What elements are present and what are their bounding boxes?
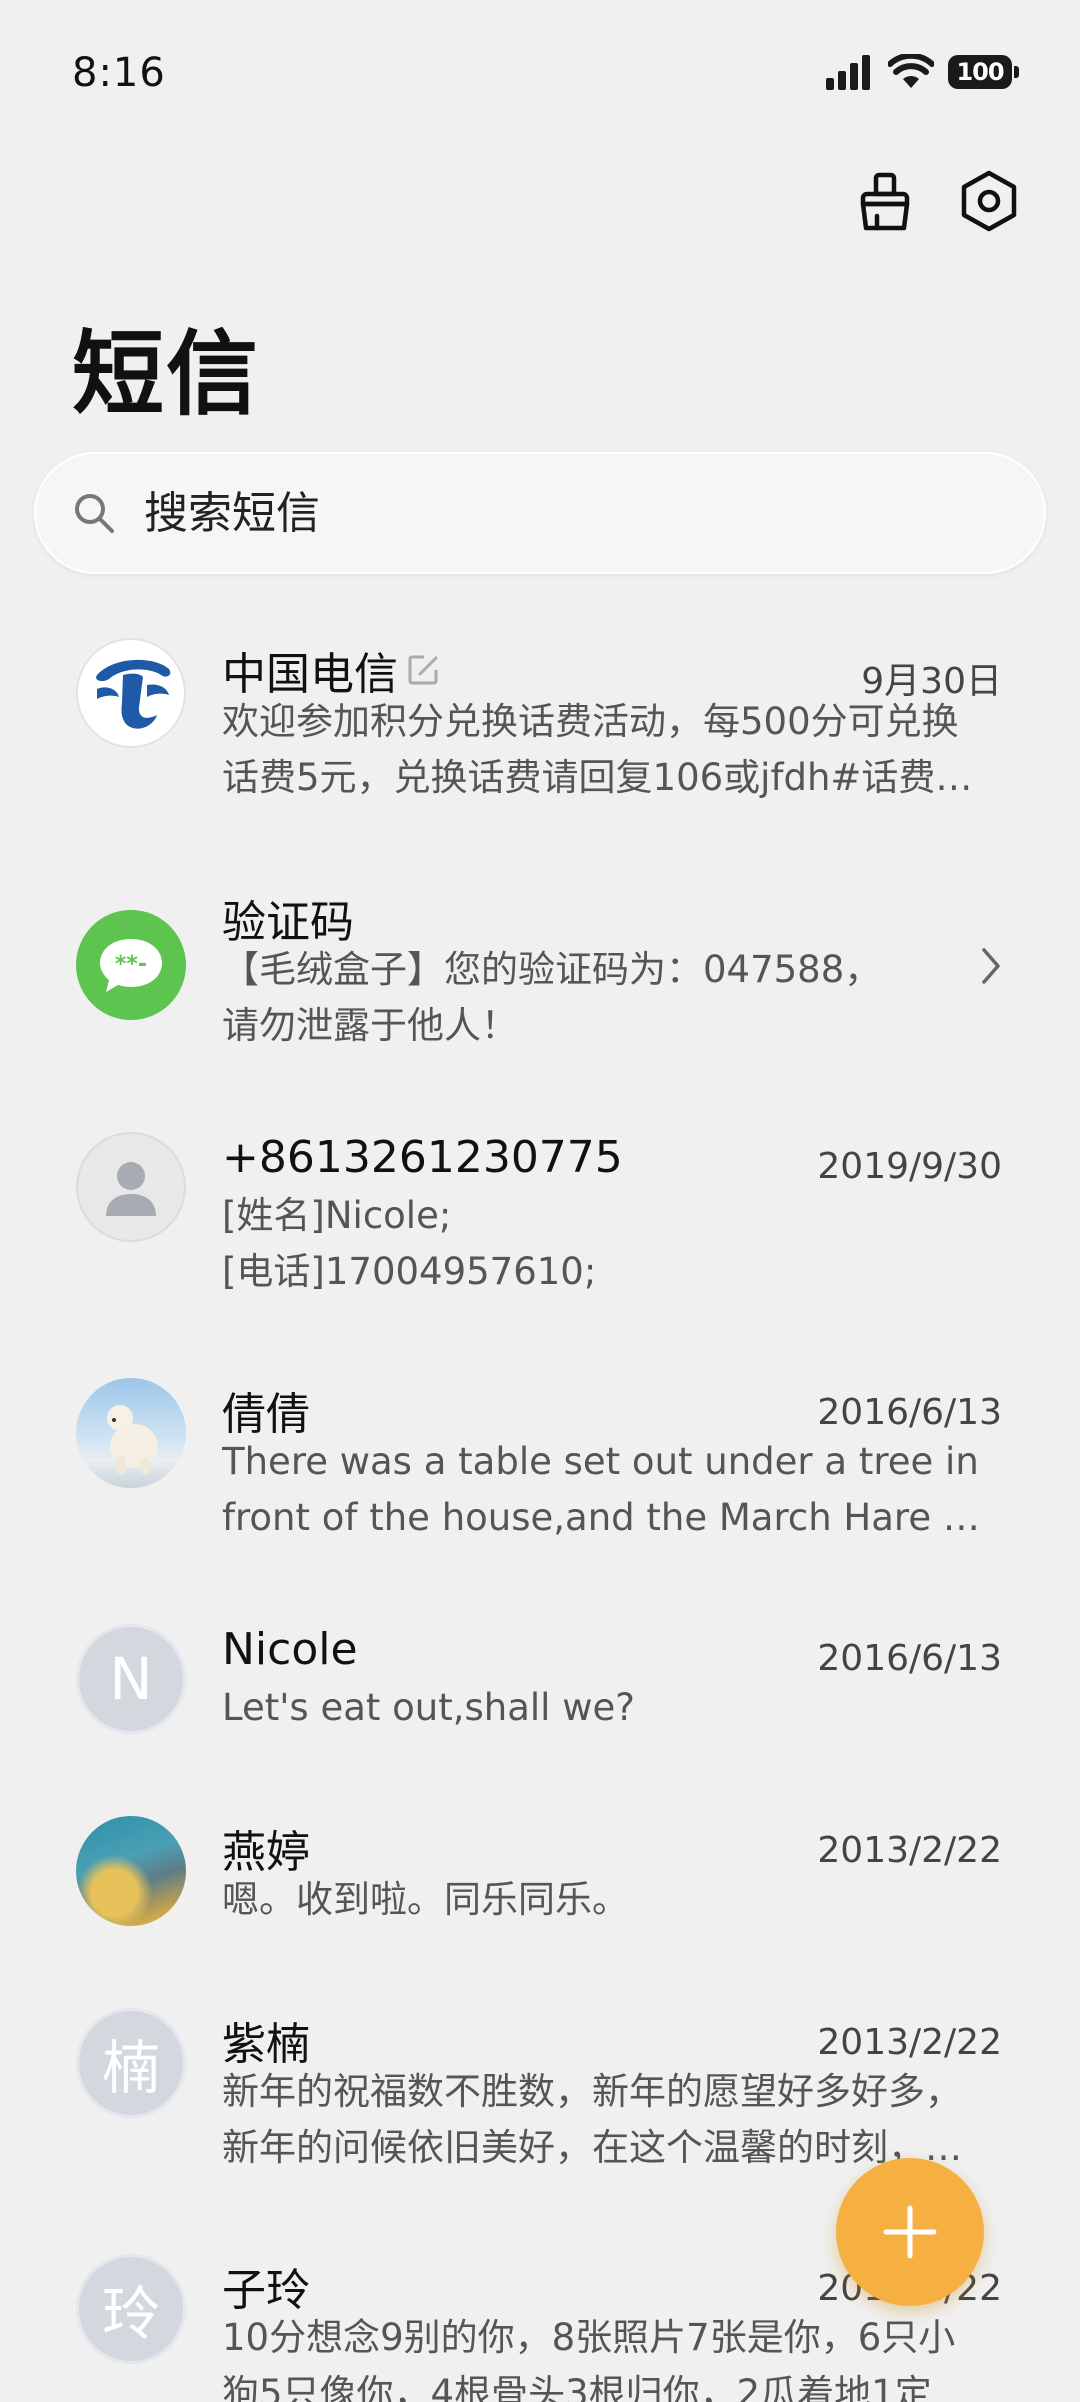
avatar-initial: 楠 bbox=[76, 2008, 186, 2118]
conversation-name: 子玲 bbox=[222, 2265, 310, 2316]
conversation-preview-line2: front of the house,and the March Hare an… bbox=[222, 1496, 1002, 1539]
header-actions bbox=[854, 170, 1020, 232]
conversation-preview-line1: 10分想念9别的你，8张照片7张是你，6只小 bbox=[222, 2316, 956, 2359]
person-icon bbox=[106, 1162, 156, 1216]
status-bar: 8:16 100 bbox=[0, 0, 1080, 150]
status-time: 8:16 bbox=[72, 50, 166, 96]
new-message-button[interactable] bbox=[836, 2158, 984, 2306]
conversation-preview-line1: Let's eat out,shall we? bbox=[222, 1686, 635, 1729]
conversation-item[interactable]: 燕婷 2013/2/22 嗯。收到啦。同乐同乐。 bbox=[0, 1778, 1080, 1970]
avatar bbox=[76, 638, 186, 748]
conversation-date: 2016/6/13 bbox=[817, 1392, 1002, 1433]
clean-button[interactable] bbox=[854, 170, 916, 232]
conversation-item[interactable]: **- 验证码 【毛绒盒子】您的验证码为：047588， 请勿泄露于他人！ bbox=[0, 848, 1080, 1094]
conversation-item[interactable]: +8613261230775 2019/9/30 [姓名]Nicole; [电话… bbox=[0, 1094, 1080, 1340]
avatar-initial: N bbox=[76, 1624, 186, 1734]
messages-screen: 8:16 100 短信 搜索短信 中国电信 9月30日 欢迎参加积分兑换话费活动… bbox=[0, 0, 1080, 2402]
edit-draft-icon bbox=[408, 655, 438, 685]
conversation-date: 2016/6/13 bbox=[817, 1638, 1002, 1679]
conversation-preview-line1: 新年的祝福数不胜数，新年的愿望好多好多， bbox=[222, 2070, 962, 2113]
avatar-initial: 玲 bbox=[76, 2254, 186, 2364]
settings-button[interactable] bbox=[958, 170, 1020, 232]
polar-bear-photo bbox=[107, 1405, 158, 1474]
conversation-date: 2013/2/22 bbox=[817, 2022, 1002, 2063]
conversation-preview-line1: [姓名]Nicole; bbox=[222, 1194, 452, 1237]
conversation-preview-line2: 请勿泄露于他人！ bbox=[222, 1004, 518, 1047]
page-title: 短信 bbox=[72, 321, 261, 428]
plus-icon bbox=[883, 2205, 937, 2259]
search-bar[interactable] bbox=[34, 452, 1046, 574]
avatar-photo bbox=[76, 1378, 186, 1488]
settings-hexagon-icon bbox=[961, 170, 1017, 232]
conversation-item[interactable]: 中国电信 9月30日 欢迎参加积分兑换话费活动，每500分可兑换 话费5元，兑换… bbox=[0, 600, 1080, 848]
conversation-name: 倩倩 bbox=[222, 1389, 310, 1440]
battery-indicator: 100 bbox=[948, 55, 1019, 89]
conversation-name: 验证码 bbox=[222, 897, 354, 948]
china-telecom-logo-icon bbox=[96, 659, 171, 729]
search-input[interactable] bbox=[142, 486, 946, 540]
conversation-name: 紫楠 bbox=[222, 2019, 310, 2070]
search-icon bbox=[75, 494, 114, 533]
conversation-name: 燕婷 bbox=[222, 1827, 310, 1878]
avatar: **- bbox=[76, 910, 186, 1020]
conversation-preview-line1: 欢迎参加积分兑换话费活动，每500分可兑换 bbox=[222, 700, 959, 743]
conversation-preview-line2: [电话]17004957610; bbox=[222, 1250, 597, 1293]
avatar bbox=[76, 1132, 186, 1242]
conversation-preview-line2: 话费5元，兑换话费请回复106或jfdh#话费… bbox=[222, 756, 973, 799]
sms-bubble-icon: **- bbox=[100, 939, 162, 992]
avatar-photo bbox=[76, 1816, 186, 1926]
signal-icon bbox=[826, 55, 870, 90]
conversation-item[interactable]: 倩倩 2016/6/13 There was a table set out u… bbox=[0, 1340, 1080, 1586]
sms-avatar-text: **- bbox=[115, 952, 147, 977]
conversation-name: Nicole bbox=[222, 1624, 358, 1675]
wifi-icon bbox=[888, 54, 934, 88]
conversation-preview-line1: There was a table set out under a tree i… bbox=[222, 1440, 979, 1483]
chevron-right-icon bbox=[982, 948, 1000, 984]
conversation-preview-line1: 嗯。收到啦。同乐同乐。 bbox=[222, 1878, 629, 1921]
conversation-item[interactable]: N Nicole 2016/6/13 Let's eat out,shall w… bbox=[0, 1586, 1080, 1778]
conversation-date: 2019/9/30 bbox=[817, 1146, 1002, 1187]
conversation-name: +8613261230775 bbox=[222, 1132, 623, 1183]
conversation-date: 2013/2/22 bbox=[817, 1830, 1002, 1871]
conversation-name-text: 中国电信 bbox=[222, 649, 398, 700]
conversation-preview-line1: 【毛绒盒子】您的验证码为：047588， bbox=[222, 948, 882, 991]
status-icons: 100 bbox=[824, 54, 1019, 90]
conversation-preview-line2: 狗5只像你，4根骨头3根归你，2瓜着地1定 bbox=[222, 2372, 932, 2402]
brush-icon bbox=[860, 172, 910, 231]
conversation-name: 中国电信 bbox=[222, 638, 442, 702]
